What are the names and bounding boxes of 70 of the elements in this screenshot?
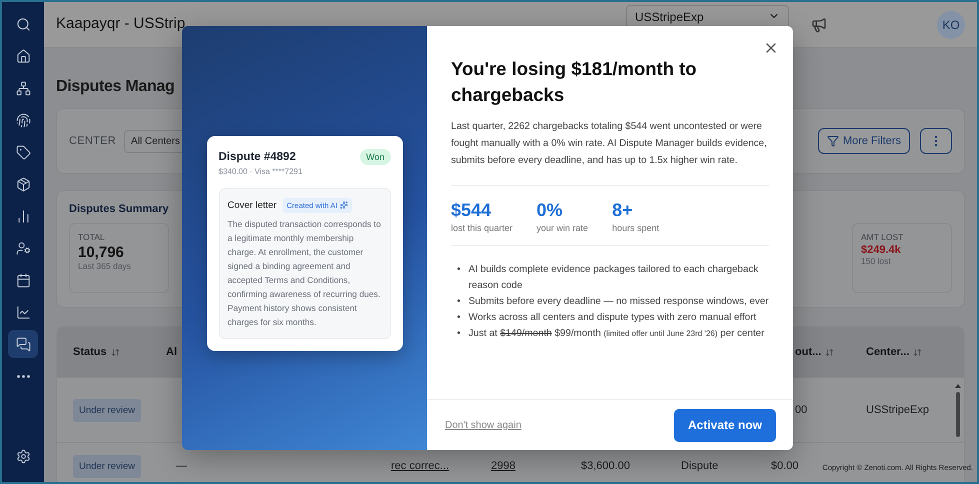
metric-value: $544 (451, 200, 492, 221)
table-link[interactable]: 2998 (491, 460, 516, 472)
user-gear-icon (16, 240, 30, 256)
table-link[interactable]: rec correc... (391, 460, 450, 472)
table-cell: 00 (795, 404, 808, 416)
settings-icon (16, 448, 30, 464)
network-icon (16, 80, 30, 96)
pricing-item: Just at $149/month $99/month (limited offer until June 23rd '26) per center (468, 327, 764, 341)
table-cell: $3,600.00 (581, 460, 630, 472)
cover-letter-text: The disputed transaction corresponds to a legitimate monthly membership charge. At enrollment, the customer signed a binding agreement and accepted Terms and Conditions, confirming awareness of recurring dues. Payment history shows consistent charges for six months. (228, 218, 382, 328)
center-label: CENTER (69, 135, 116, 147)
stat-value: 10,796 (78, 244, 124, 261)
stat-label: AMT LOST (861, 232, 904, 242)
more-filters-button[interactable]: More Filters (818, 128, 910, 154)
more-icon (16, 374, 30, 378)
metric-label: your win rate (536, 223, 588, 233)
table-cell: $0.00 (771, 460, 799, 472)
status-badge: Won (360, 148, 390, 164)
metric-value: 0% (536, 200, 563, 221)
stat-note: Last 365 days (78, 261, 131, 271)
column-header[interactable]: out... (795, 346, 822, 358)
activate-now-button[interactable]: Activate now (674, 408, 776, 442)
stat-note: 150 lost (861, 256, 891, 266)
calendar-icon (16, 272, 30, 288)
metric-label: hours spent (612, 223, 660, 233)
status-badge: Under review (73, 398, 141, 422)
metric-label: lost this quarter (451, 223, 513, 233)
fingerprint-icon (16, 112, 30, 128)
column-header[interactable]: Center... (866, 346, 910, 358)
filter-icon (826, 135, 839, 147)
line-chart-icon (16, 304, 30, 320)
dispute-amount: $340.00 · Visa ****7291 (218, 166, 302, 176)
sort-icon[interactable] (913, 348, 922, 356)
bullet: • (457, 295, 461, 309)
metric-value: 8+ (612, 200, 633, 221)
bullet: • (457, 311, 461, 325)
benefit-item: AI builds complete evidence packages tailored to each chargeback reason code (468, 263, 760, 293)
dont-show-again-link[interactable]: Don't show again (445, 420, 522, 430)
benefit-item: Works across all centers and dispute types with zero manual effort (468, 311, 756, 325)
table-cell: Dispute (681, 460, 718, 472)
dispute-title: Dispute #4892 (218, 150, 296, 162)
table-cell: USStripeExp (866, 404, 929, 416)
sort-icon[interactable] (110, 348, 120, 356)
nav-item[interactable] (8, 330, 38, 358)
column-header[interactable]: Al (166, 346, 177, 358)
search-icon (16, 16, 30, 32)
megaphone-icon[interactable] (811, 16, 827, 32)
cover-letter-title: Cover letter (228, 200, 277, 210)
bar-chart-icon (16, 208, 30, 224)
user-avatar[interactable]: KO (937, 10, 965, 38)
bullet: • (457, 263, 461, 277)
tag-icon (16, 144, 30, 160)
package-icon (16, 176, 30, 192)
app-title: Kaapayqr - USStrip (56, 15, 186, 32)
messages-icon (16, 336, 30, 352)
sparkle-icon (340, 201, 348, 209)
dialog-description: Last quarter, 2262 chargebacks totaling $544 went uncontested or were fought manually with a 0% win rate. AI Dispute Manager builds evidence, submits before every deadline, and has up to 1.5x higher win rate. (451, 120, 768, 168)
dialog-heading: You're losing $181/month to chargebacks (451, 57, 698, 107)
page-title: Disputes Manag (56, 77, 174, 97)
stat-value: $249.4k (861, 244, 901, 256)
column-header[interactable]: Status (73, 346, 107, 358)
more-options-button[interactable] (920, 128, 952, 154)
table-cell: — (176, 460, 187, 472)
status-badge: Under review (73, 454, 141, 478)
summary-title: Disputes Summary (69, 203, 169, 215)
benefit-item: Submits before every deadline — no missed response windows, ever (468, 295, 769, 309)
stat-label: TOTAL (78, 232, 105, 242)
sort-icon[interactable] (825, 348, 834, 356)
home-icon (16, 48, 30, 64)
bullet: • (457, 327, 461, 341)
